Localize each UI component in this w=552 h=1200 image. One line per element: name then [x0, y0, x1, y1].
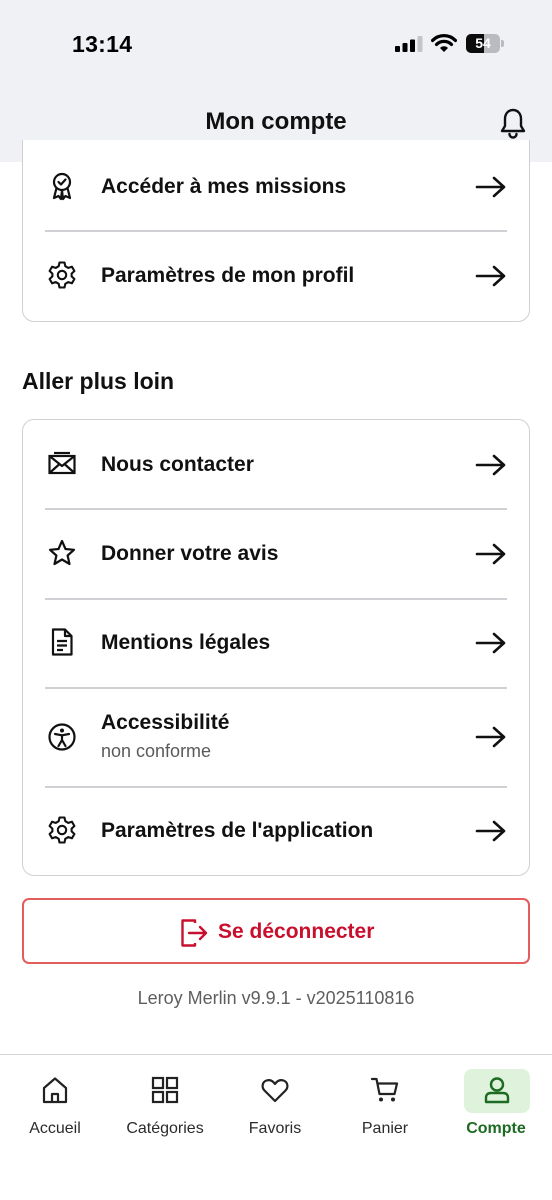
accessibility-icon [48, 723, 76, 751]
contact-label: Nous contacter [101, 453, 254, 476]
account-card: Accéder à mes missions Paramètres de mon… [22, 140, 530, 322]
feedback-label: Donner votre avis [101, 542, 279, 565]
accessibility-label: Accessibilité [101, 711, 230, 734]
app-settings-row[interactable]: Paramètres de l'application [23, 786, 528, 874]
arrow-right-icon [475, 632, 506, 654]
legal-row[interactable]: Mentions légales [23, 598, 528, 686]
wifi-icon [431, 34, 457, 52]
arrow-right-icon [475, 820, 506, 842]
grid-icon [151, 1076, 179, 1104]
envelope-icon [48, 451, 76, 475]
section-title: Aller plus loin [22, 368, 175, 394]
gear-icon [48, 261, 76, 289]
further-card: Nous contacter Donner votre avis Mention… [22, 419, 530, 876]
gear-icon [48, 816, 76, 844]
legal-label: Mentions légales [101, 631, 271, 654]
tab-panier[interactable]: Panier [330, 1055, 440, 1155]
accessibility-row[interactable]: Accessibilité non conforme [23, 687, 528, 786]
app-settings-label: Paramètres de l'application [101, 819, 374, 842]
tab-label: Favoris [248, 1120, 302, 1137]
home-icon [42, 1077, 68, 1104]
tab-compte[interactable]: Compte [440, 1055, 552, 1155]
header-area: 13:14 54 Mon compte [0, 0, 552, 162]
profile-settings-label: Paramètres de mon profil [101, 264, 355, 287]
tab-label: Panier [361, 1120, 409, 1137]
missions-label: Accéder à mes missions [101, 175, 347, 198]
app-version: Leroy Merlin v9.9.1 - v2025110816 [137, 988, 415, 1008]
arrow-right-icon [475, 176, 506, 198]
tab-label: Accueil [29, 1120, 81, 1137]
battery-level: 54 [475, 35, 491, 51]
tab-label: Compte [466, 1120, 526, 1137]
missions-row[interactable]: Accéder à mes missions [23, 142, 528, 230]
heart-icon [261, 1079, 289, 1103]
document-icon [51, 628, 73, 656]
arrow-right-icon [475, 543, 506, 565]
bell-icon[interactable] [498, 107, 528, 139]
status-time: 13:14 [72, 31, 133, 57]
tab-categories[interactable]: Catégories [110, 1055, 220, 1155]
user-icon [484, 1077, 510, 1104]
battery-icon: 54 [466, 34, 504, 53]
tab-favoris[interactable]: Favoris [220, 1055, 330, 1155]
logout-label: Se déconnecter [218, 920, 375, 943]
tab-accueil[interactable]: Accueil [0, 1055, 110, 1155]
star-icon [48, 539, 76, 566]
contact-row[interactable]: Nous contacter [23, 420, 528, 508]
tab-label: Catégories [126, 1120, 204, 1137]
arrow-right-icon [475, 726, 506, 748]
arrow-right-icon [475, 265, 506, 287]
bottom-tab-bar: Accueil Catégories Favoris Panier Compte [0, 1054, 552, 1200]
arrow-right-icon [475, 454, 506, 476]
logout-button[interactable]: Se déconnecter [22, 898, 530, 964]
profile-settings-row[interactable]: Paramètres de mon profil [23, 231, 528, 319]
cart-icon [370, 1077, 399, 1102]
cellular-signal-icon [395, 36, 423, 52]
page-title: Mon compte [205, 108, 347, 135]
logout-icon [181, 919, 208, 947]
accessibility-status: non conforme [101, 741, 212, 761]
feedback-row[interactable]: Donner votre avis [23, 509, 528, 597]
award-badge-icon [52, 172, 72, 201]
